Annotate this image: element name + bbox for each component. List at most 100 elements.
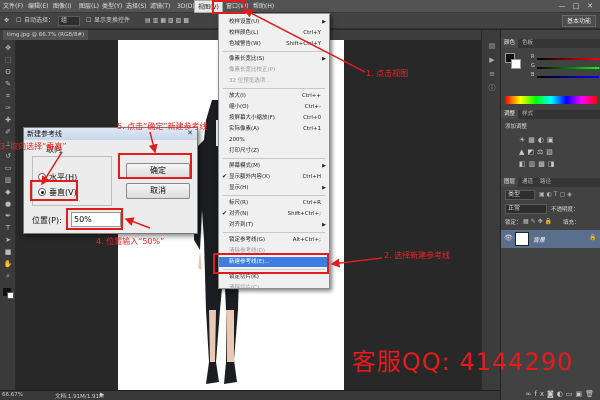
- menu-separator: [223, 232, 325, 233]
- view-menu-item[interactable]: 标尺(R) Ctrl+R: [219, 198, 329, 208]
- quick-select-tool-icon[interactable]: ✎: [3, 80, 13, 89]
- menu-select[interactable]: 选择(S): [123, 0, 150, 13]
- menu-image[interactable]: 图像(I): [50, 0, 74, 13]
- info-panel-icon[interactable]: ⓘ: [487, 84, 497, 93]
- dodge-tool-icon[interactable]: ●: [3, 200, 13, 209]
- view-menu-item-shortcut: Alt+Ctrl+;: [292, 237, 321, 243]
- view-menu-item[interactable]: 按屏幕大小缩放(F) Ctrl+0: [219, 113, 329, 123]
- lasso-tool-icon[interactable]: ʘ: [3, 68, 13, 77]
- green-slider[interactable]: G: [531, 63, 599, 71]
- eyedropper-tool-icon[interactable]: ✑: [3, 104, 13, 113]
- show-transform-checkbox[interactable]: ☐: [86, 16, 91, 26]
- pen-tool-icon[interactable]: ✒: [3, 212, 13, 221]
- view-menu-item[interactable]: 200%: [219, 135, 329, 145]
- show-transform-label: 显示变换控件: [94, 17, 131, 24]
- background-color-swatch[interactable]: [7, 292, 14, 299]
- hand-tool-icon[interactable]: ✋: [3, 260, 13, 269]
- view-menu-item-shortcut: Ctrl+R: [302, 200, 321, 206]
- layer-kind-filter[interactable]: 类型: [505, 190, 535, 200]
- blue-slider[interactable]: B: [531, 72, 599, 80]
- status-arrow-icon[interactable]: ▶: [100, 392, 104, 398]
- view-menu-item[interactable]: 屏幕模式(M) ▶: [219, 161, 329, 171]
- layer-filter-icons[interactable]: ▣◐T▢◈: [539, 191, 574, 198]
- tab-adjustments[interactable]: 调整: [501, 110, 519, 119]
- zoom-tool-icon[interactable]: ⌕: [3, 272, 13, 281]
- blend-mode-dropdown[interactable]: 正常: [505, 204, 547, 214]
- path-select-tool-icon[interactable]: ➤: [3, 236, 13, 245]
- healing-tool-icon[interactable]: ✚: [3, 116, 13, 125]
- fill-label: 填充：: [563, 220, 580, 226]
- view-menu-item[interactable]: 色域警告(W) Shift+Ctrl+Y: [219, 39, 329, 49]
- view-menu-item[interactable]: ✔ 显示额外内容(X) Ctrl+H: [219, 172, 329, 182]
- view-menu-item-label: 清除切片(C): [229, 285, 260, 291]
- menu-file[interactable]: 文件(F): [0, 0, 26, 13]
- view-menu-item-label: 锁定切片(K): [229, 274, 259, 280]
- zoom-level[interactable]: 66.67%: [2, 392, 23, 398]
- history-panel-icon[interactable]: ▤: [487, 42, 497, 51]
- menu-help[interactable]: 帮助(H): [250, 0, 277, 13]
- menu-type[interactable]: 类型(Y): [99, 0, 125, 13]
- view-menu-item[interactable]: 对齐到(T) ▶: [219, 220, 329, 230]
- minimize-button[interactable]: —: [556, 2, 568, 11]
- move-tool-icon[interactable]: ✥: [4, 16, 9, 26]
- menu-edit[interactable]: 编辑(E): [25, 0, 51, 13]
- tab-color[interactable]: 颜色: [501, 39, 519, 48]
- history-brush-tool-icon[interactable]: ↺: [3, 152, 13, 161]
- view-menu-item-label: 对齐到(T): [229, 222, 254, 228]
- auto-select-dropdown[interactable]: 组: [58, 16, 80, 26]
- crop-tool-icon[interactable]: ⌗: [3, 92, 13, 101]
- view-menu-item[interactable]: ✔ 对齐(N) Shift+Ctrl+;: [219, 209, 329, 219]
- view-menu-item: 32 位预览选项...: [219, 76, 329, 86]
- menu-separator: [223, 158, 325, 159]
- tab-layers[interactable]: 图层: [501, 178, 519, 187]
- workspace-button[interactable]: 基本功能: [562, 15, 597, 27]
- align-icons[interactable]: ▤▥▦▧▨▩: [145, 16, 191, 26]
- eraser-tool-icon[interactable]: ▭: [3, 164, 13, 173]
- close-window-button[interactable]: ✕: [584, 2, 596, 11]
- tab-paths[interactable]: 路径: [537, 178, 554, 187]
- actions-panel-icon[interactable]: ▶: [487, 56, 497, 65]
- highlight-ok-button: [118, 153, 192, 179]
- view-menu-item-label: 锁定参考线(G): [229, 237, 266, 243]
- panel-background-swatch[interactable]: [511, 59, 521, 69]
- view-menu-item[interactable]: 显示(H) ▶: [219, 183, 329, 193]
- view-menu-item-label: 200%: [229, 137, 245, 143]
- view-menu-item[interactable]: 实际像素(A) Ctrl+1: [219, 124, 329, 134]
- view-menu-item[interactable]: 像素长宽比(S) ▶: [219, 54, 329, 64]
- maximize-button[interactable]: □: [570, 2, 582, 11]
- view-menu-item[interactable]: 锁定参考线(G) Alt+Ctrl+;: [219, 235, 329, 245]
- menu-filter[interactable]: 滤镜(T): [147, 0, 173, 13]
- annotation-step3: 3. 取向选择“垂直”: [0, 142, 67, 151]
- red-slider[interactable]: R: [531, 54, 599, 62]
- properties-panel-icon[interactable]: ≡: [487, 70, 497, 79]
- lock-icons[interactable]: ▦✎✥🔒: [523, 218, 554, 225]
- type-tool-icon[interactable]: T: [3, 224, 13, 233]
- view-menu-item[interactable]: 校样颜色(L) Ctrl+Y: [219, 28, 329, 38]
- shape-tool-icon[interactable]: ■: [3, 248, 13, 257]
- eye-icon[interactable]: 👁: [504, 234, 513, 242]
- tools-panel: ✥ ⬚ ʘ ✎ ⌗ ✑ ✚ ✐ ⊥ ↺ ▭ ▥ ◆ ● ✒ T ➤ ■ ✋ ⌕: [0, 40, 16, 390]
- view-menu-item[interactable]: 放大(I) Ctrl++: [219, 91, 329, 101]
- view-menu-item[interactable]: 缩小(O) Ctrl+-: [219, 102, 329, 112]
- cancel-button[interactable]: 取消: [126, 183, 190, 199]
- auto-select-checkbox[interactable]: ☐: [16, 16, 21, 26]
- submenu-arrow-icon: ▶: [322, 19, 326, 25]
- adjustment-icons[interactable]: ☀▦◐▣ ▲◩⚖▧ ◧▥▩◨: [519, 134, 589, 170]
- gradient-tool-icon[interactable]: ▥: [3, 176, 13, 185]
- layer-row-background[interactable]: 👁 背景 🔒: [501, 230, 600, 248]
- brush-tool-icon[interactable]: ✐: [3, 128, 13, 137]
- blur-tool-icon[interactable]: ◆: [3, 188, 13, 197]
- layer-name[interactable]: 背景: [533, 235, 545, 244]
- tab-channels[interactable]: 通道: [519, 178, 536, 187]
- tab-styles[interactable]: 样式: [519, 110, 536, 119]
- move-tool-icon[interactable]: ✥: [3, 44, 13, 53]
- layers-panel-footer-icons[interactable]: ∞fx◙◐▭▣🗑: [501, 388, 600, 400]
- document-tab[interactable]: timg.jpg @ 66.7% (RGB/8#): [3, 30, 89, 40]
- marquee-tool-icon[interactable]: ⬚: [3, 56, 13, 65]
- tab-swatches[interactable]: 色板: [519, 39, 536, 48]
- view-menu-item[interactable]: 校样设置(U) ▶: [219, 17, 329, 27]
- view-menu-item-label: 显示(H): [229, 185, 249, 191]
- submenu-arrow-icon: ▶: [322, 222, 326, 228]
- color-ramp[interactable]: [505, 96, 597, 104]
- view-menu-item[interactable]: 打印尺寸(Z): [219, 146, 329, 156]
